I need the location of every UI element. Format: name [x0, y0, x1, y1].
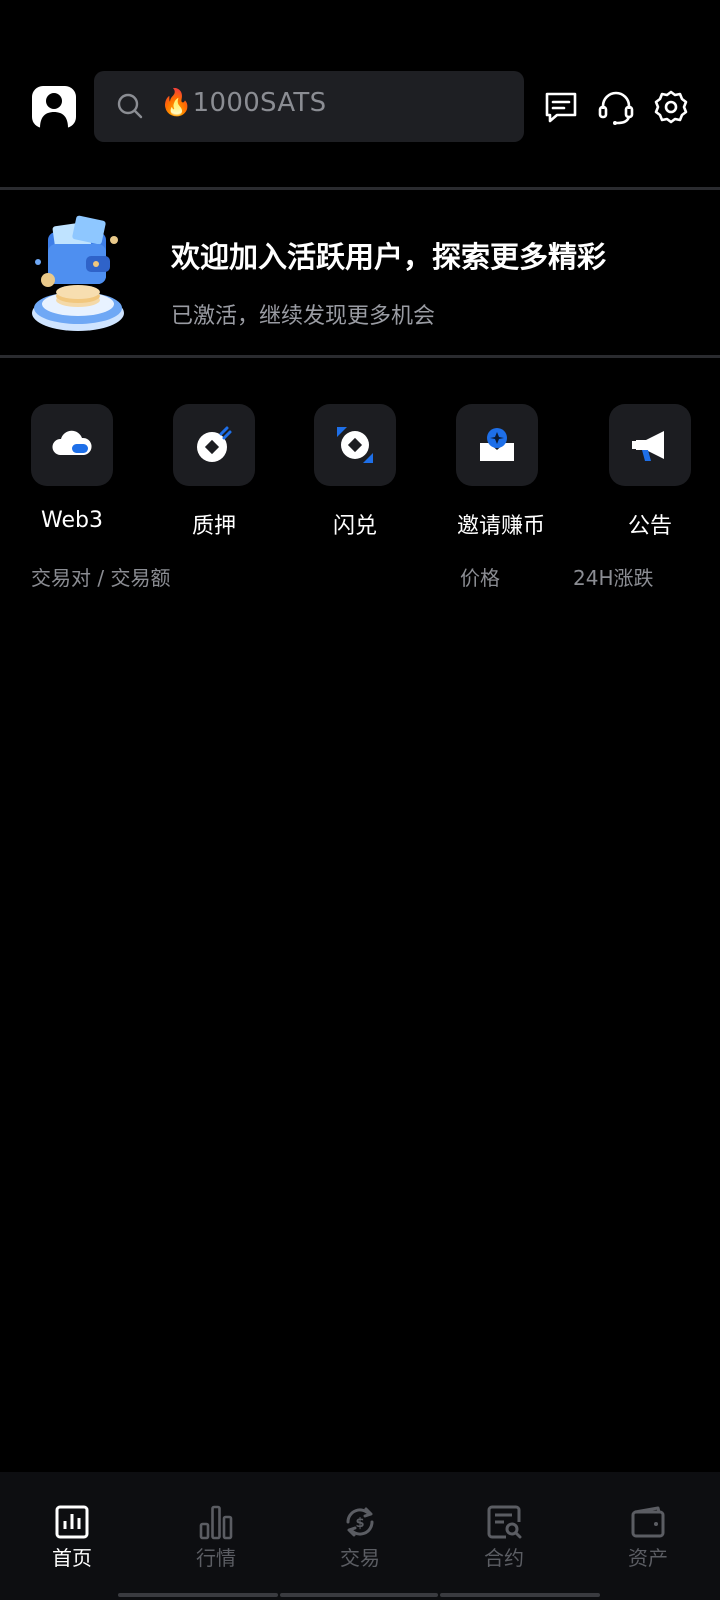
tab-contract[interactable]: 合约 — [432, 1472, 576, 1600]
stake-icon — [197, 426, 232, 462]
quick-action-announcement[interactable] — [609, 404, 691, 486]
gesture-bar — [280, 1593, 438, 1597]
quick-action-swap[interactable] — [314, 404, 396, 486]
avatar-icon — [32, 86, 76, 128]
wallet-illustration — [28, 210, 132, 338]
quick-action-invite[interactable] — [456, 404, 538, 486]
tab-trade[interactable]: $ 交易 — [288, 1472, 432, 1600]
tab-label: 行情 — [196, 1546, 236, 1570]
quick-action-stake[interactable] — [173, 404, 255, 486]
headset-icon — [598, 91, 634, 125]
avatar-button[interactable] — [32, 86, 76, 128]
message-icon — [545, 92, 577, 123]
tab-home[interactable]: 首页 — [0, 1472, 144, 1600]
contract-icon — [487, 1505, 522, 1539]
gesture-bar — [440, 1593, 600, 1597]
invite-icon — [480, 428, 514, 461]
banner-subtitle: 已激活，继续发现更多机会 — [171, 304, 436, 329]
wallet-icon — [631, 1506, 665, 1538]
bar-chart-icon — [199, 1505, 233, 1540]
settings-button[interactable] — [652, 88, 690, 126]
banner-divider — [0, 355, 720, 358]
svg-text:$: $ — [355, 1516, 364, 1531]
tab-label: 资产 — [628, 1546, 668, 1570]
column-header-change[interactable]: 24H涨跌 — [573, 562, 654, 591]
tab-label: 交易 — [340, 1546, 380, 1570]
support-button[interactable] — [597, 88, 635, 126]
message-button[interactable] — [542, 88, 580, 126]
settings-icon — [654, 90, 688, 124]
home-chart-icon — [55, 1505, 89, 1539]
quick-action-label: 公告 — [627, 514, 672, 539]
tab-assets[interactable]: 资产 — [576, 1472, 720, 1600]
web3-cloud-icon — [52, 430, 92, 455]
megaphone-icon — [632, 431, 664, 461]
search-icon — [117, 93, 143, 119]
column-header-pair[interactable]: 交易对 / 交易额 — [31, 562, 170, 591]
tab-label: 首页 — [52, 1546, 92, 1570]
column-header-price[interactable]: 价格 — [460, 562, 500, 591]
quick-action-label: 闪兑 — [332, 514, 377, 539]
swap-icon — [337, 427, 373, 463]
quick-action-label: 邀请赚币 — [456, 514, 545, 539]
header-divider — [0, 187, 720, 190]
tab-label: 合约 — [484, 1546, 524, 1570]
quick-action-label: 质押 — [191, 514, 236, 539]
exchange-icon: $ — [346, 1507, 374, 1537]
tab-market[interactable]: 行情 — [144, 1472, 288, 1600]
search-input[interactable]: 🔥1000SATS — [94, 71, 524, 142]
search-placeholder: 🔥1000SATS — [160, 88, 327, 118]
banner-title: 欢迎加入活跃用户，探索更多精彩 — [171, 240, 607, 274]
quick-action-web3[interactable] — [31, 404, 113, 486]
bottom-tab-bar: 首页 行情 $ 交易 合约 资产 — [0, 1472, 720, 1600]
quick-action-label: Web3 — [41, 508, 103, 533]
gesture-bar — [118, 1593, 278, 1597]
